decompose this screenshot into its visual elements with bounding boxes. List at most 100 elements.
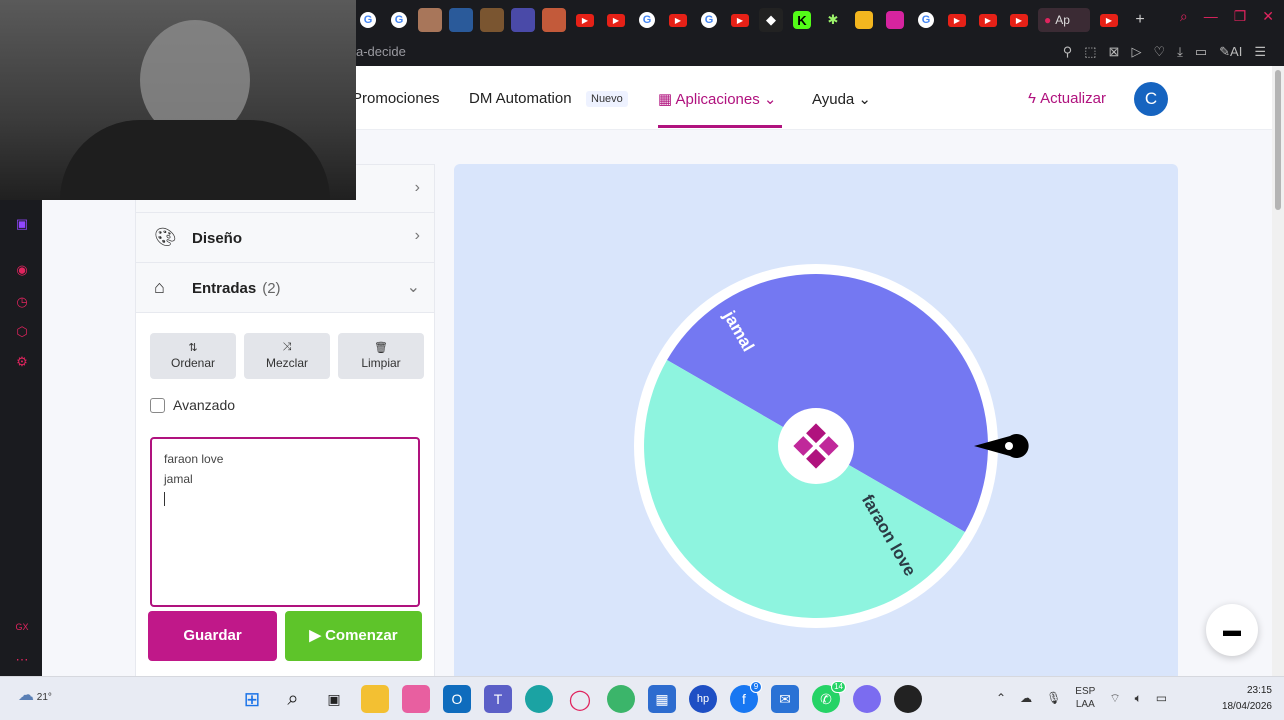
tab-google[interactable]: G [918,12,934,28]
tab-google[interactable]: G [360,12,376,28]
tab-image[interactable] [418,8,442,32]
edge-icon[interactable] [525,685,553,713]
wheel-hub[interactable] [778,408,854,484]
heart-icon[interactable]: ♡ [1153,44,1165,60]
tab-youtube[interactable]: ▶ [979,13,997,27]
tab-youtube[interactable]: ▶ [1100,13,1118,27]
tab-image[interactable] [449,8,473,32]
tab-youtube[interactable]: ▶ [607,13,625,27]
history-icon[interactable]: ◷ [14,294,30,310]
tab-image[interactable] [855,11,873,29]
tab-image[interactable] [480,8,504,32]
advanced-toggle[interactable]: Avanzado [150,397,235,413]
tab-youtube[interactable]: ▶ [669,13,687,27]
sort-button[interactable]: ⇅ Ordenar [150,333,236,379]
text-cursor [164,492,165,506]
weather-widget[interactable]: ☁ 21° [18,685,52,705]
opera-gx-icon[interactable]: ◯ [566,685,594,713]
file-explorer-icon[interactable] [361,685,389,713]
onedrive-icon[interactable]: ☁ [1020,691,1032,705]
play-icon: ▶ [309,627,326,644]
nav-ayuda[interactable]: Ayuda ⌄ [812,90,871,108]
chevron-up-icon[interactable]: ⌃ [996,691,1006,705]
tab-image[interactable] [542,8,566,32]
tab-youtube[interactable]: ▶ [948,13,966,27]
mail-icon[interactable]: ✉ [771,685,799,713]
settings-icon[interactable]: ⚙ [14,354,30,370]
url-text[interactable]: a-decide [356,44,406,59]
start-button[interactable]: ▶ Comenzar [285,611,422,661]
tab-google[interactable]: G [391,12,407,28]
page-scrollbar[interactable] [1272,66,1284,676]
lang-layout: LAA [1075,699,1095,710]
tab-youtube[interactable]: ▶ [731,13,749,27]
tab-youtube[interactable]: ▶ [576,13,594,27]
tab-kick[interactable]: K [793,11,811,29]
windows-start-icon[interactable]: ⊞ [238,685,266,713]
language-indicator[interactable]: ESP LAA [1075,685,1095,711]
wifi-icon[interactable]: ⌔ [1109,691,1120,706]
facebook-icon[interactable]: f9 [730,681,762,713]
minimize-icon[interactable]: — [1204,8,1218,25]
new-tab-button[interactable]: + [1128,8,1152,32]
battery-icon[interactable]: ▭ [1195,44,1207,60]
panel-row-entradas[interactable]: ⌂ Entradas (2) ⌄ [136,263,434,313]
app-icon[interactable] [853,685,881,713]
volume-icon[interactable]: 🔈︎ [1135,691,1142,706]
tab-image[interactable]: ✱ [821,8,845,32]
clear-button[interactable]: 🗑︎ Limpiar [338,333,424,379]
whatsapp-icon[interactable]: ✆ 14 [812,681,846,713]
hp-icon[interactable]: hp [689,685,717,713]
obs-icon[interactable] [894,685,922,713]
upgrade-link[interactable]: ϟ Actualizar [1028,90,1106,107]
tab-image[interactable] [511,8,535,32]
outlook-icon[interactable]: O [443,685,471,713]
tab-google[interactable]: G [639,12,655,28]
search-icon[interactable]: ⌕ [1180,8,1188,25]
screenshot-icon[interactable]: ⬚ [1084,44,1096,60]
battery-icon[interactable]: ▭ [1156,691,1167,705]
avatar[interactable]: C [1134,82,1168,116]
chat-icon[interactable]: ▬ [1206,604,1258,656]
menu-icon[interactable]: ☰ [1254,44,1266,60]
date: 18/04/2026 [1221,701,1272,712]
shuffle-button[interactable]: ⤨ Mezclar [244,333,330,379]
ai-icon[interactable]: ✎AI [1219,44,1242,60]
entries-textarea[interactable]: faraon love jamal [150,437,420,607]
store-icon[interactable]: ▦ [648,685,676,713]
maximize-icon[interactable]: ❐ [1234,8,1247,25]
player-icon[interactable]: ◉ [14,262,30,278]
advanced-checkbox[interactable] [150,397,165,413]
extensions-icon[interactable]: ⬡ [14,324,30,340]
clock[interactable]: 23:15 18/04/2026 [1196,683,1272,715]
twitch-icon[interactable]: ▣ [14,216,30,232]
notification-badge: 9 [750,681,762,693]
save-button[interactable]: Guardar [148,611,277,661]
scrollbar-thumb[interactable] [1275,70,1281,210]
lang-code: ESP [1075,686,1096,697]
tab-youtube[interactable]: ▶ [1010,13,1028,27]
search-icon[interactable]: ⌕ [279,685,307,713]
active-nav-underline [658,125,782,128]
address-tools: ⚲ ⬚ ⊠ ▷ ♡ ⤓ ▭ ✎AI ☰ [1063,44,1266,60]
copilot-icon[interactable] [402,685,430,713]
nav-promociones[interactable]: Promociones [352,90,440,107]
download-icon[interactable]: ⤓ [1177,44,1183,60]
teams-icon[interactable]: T [484,685,512,713]
tab-image[interactable]: ◆ [759,8,783,32]
tab-google[interactable]: G [701,12,717,28]
shield-icon[interactable]: ⊠ [1109,44,1120,60]
tab-instagram[interactable] [886,11,904,29]
microphone-icon[interactable]: 🎙︎ [1046,691,1061,705]
gx-icon[interactable]: GX [14,622,30,638]
send-icon[interactable]: ▷ [1131,44,1141,60]
edge-dev-icon[interactable] [607,685,635,713]
nav-dm-automation[interactable]: DM Automation [469,90,572,107]
tab-active[interactable]: ● Ap [1038,8,1090,32]
task-view-icon[interactable]: ▣ [320,685,348,713]
panel-row-diseno[interactable]: 🎨︎ Diseño › [136,213,434,263]
more-icon[interactable]: ⋯ [14,652,30,668]
close-icon[interactable]: ✕ [1262,8,1274,25]
nav-aplicaciones[interactable]: ▦ Aplicaciones ⌄ [658,90,776,108]
pin-icon[interactable]: ⚲ [1063,44,1073,60]
